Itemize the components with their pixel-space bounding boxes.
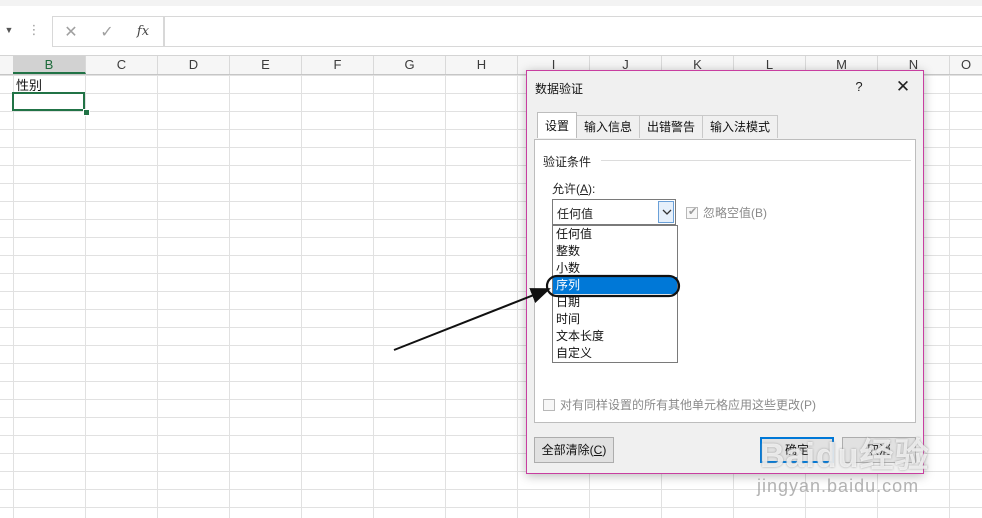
data-validation-dialog: 数据验证 ? ✕ 设置 输入信息 出错警告 输入法模式 验证条件 允许(A): … <box>526 70 924 474</box>
column-header-g[interactable]: G <box>374 56 446 74</box>
tab-settings[interactable]: 设置 <box>537 112 578 138</box>
check-icon[interactable]: ✓ <box>89 22 125 42</box>
dialog-tabs: 设置 输入信息 出错警告 输入法模式 <box>537 112 779 139</box>
dialog-title: 数据验证 <box>535 82 584 96</box>
option-decimal[interactable]: 小数 <box>553 260 677 277</box>
ignore-blank-label: 忽略空值(B) <box>703 206 767 220</box>
option-whole-number[interactable]: 整数 <box>553 243 677 260</box>
column-header-b[interactable]: B <box>13 56 86 74</box>
allow-label-accesskey: A <box>580 182 589 196</box>
formula-bar-grip-icon: ⋮ <box>27 22 41 37</box>
validation-criteria-label: 验证条件 <box>543 153 596 170</box>
active-cell-b2[interactable] <box>12 92 85 111</box>
apply-to-all-label: 对有同样设置的所有其他单元格应用这些更改(P) <box>560 398 816 412</box>
clear-all-button[interactable]: 全部清除(C) <box>534 437 614 463</box>
clear-all-tail: ) <box>602 443 607 457</box>
tab-error-alert[interactable]: 出错警告 <box>639 115 704 138</box>
checkbox-icon: ✔ <box>686 205 698 219</box>
ignore-blank-checkbox[interactable]: ✔ 忽略空值(B) <box>686 204 767 221</box>
checkbox-icon <box>543 398 555 411</box>
column-header-o[interactable]: O <box>950 56 982 74</box>
column-header-h[interactable]: H <box>446 56 518 74</box>
option-time[interactable]: 时间 <box>553 311 677 328</box>
allow-label-text: 允许( <box>552 182 580 196</box>
group-divider <box>601 160 911 161</box>
help-button[interactable]: ? <box>849 77 869 97</box>
allow-options-list[interactable]: 任何值 整数 小数 序列 日期 时间 文本长度 自定义 <box>552 225 678 363</box>
option-any-value[interactable]: 任何值 <box>553 226 677 243</box>
close-icon[interactable]: ✕ <box>53 22 89 42</box>
check-icon: ✔ <box>688 205 698 218</box>
close-icon[interactable]: ✕ <box>891 76 915 98</box>
column-header-d[interactable]: D <box>158 56 230 74</box>
clear-all-label: 全部清除( <box>541 443 594 457</box>
option-date[interactable]: 日期 <box>553 294 677 311</box>
column-header-f[interactable]: F <box>302 56 374 74</box>
insert-function-button[interactable]: fx <box>125 24 161 39</box>
settings-panel: 验证条件 允许(A): 任何值 ✔ 忽略空值(B) 任何值 整数 小数 序列 日… <box>534 139 916 423</box>
column-header-e[interactable]: E <box>230 56 302 74</box>
watermark-url: jingyan.baidu.com <box>757 476 920 496</box>
tab-ime-mode[interactable]: 输入法模式 <box>702 115 779 138</box>
chevron-down-icon[interactable] <box>658 201 674 223</box>
watermark-logo: Baidu经验 <box>760 437 930 475</box>
fill-handle[interactable] <box>83 109 90 116</box>
tab-input-message[interactable]: 输入信息 <box>576 115 641 138</box>
allow-select-value: 任何值 <box>557 207 594 221</box>
option-text-length[interactable]: 文本长度 <box>553 328 677 345</box>
option-custom[interactable]: 自定义 <box>553 345 677 362</box>
formula-input[interactable] <box>164 16 982 47</box>
formula-bar-buttons: ✕ ✓ fx <box>52 16 164 47</box>
apply-to-all-checkbox[interactable]: 对有同样设置的所有其他单元格应用这些更改(P) <box>543 396 816 413</box>
column-header-c[interactable]: C <box>86 56 158 74</box>
allow-label-tail: ): <box>588 182 596 196</box>
formula-bar: ▼ ⋮ ✕ ✓ fx <box>0 6 982 56</box>
name-box-dropdown-icon[interactable]: ▼ <box>0 20 18 40</box>
option-list[interactable]: 序列 <box>553 277 677 294</box>
allow-label: 允许(A): <box>552 180 595 197</box>
allow-select[interactable]: 任何值 <box>552 199 676 225</box>
